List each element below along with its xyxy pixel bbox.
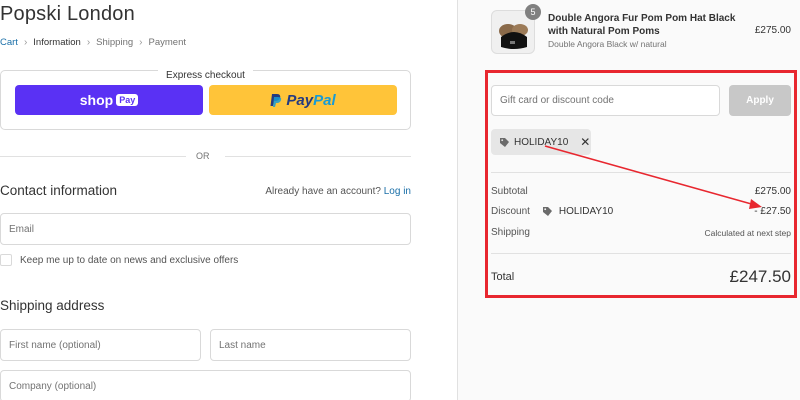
order-summary-column: 5 Double Angora Fur Pom Pom Hat Black wi… — [457, 0, 800, 400]
annotation-highlight-box — [485, 70, 797, 298]
account-prompt-text: Already have an account? — [265, 186, 381, 197]
contact-heading: Contact information — [0, 183, 118, 198]
company-placeholder: Company (optional) — [9, 380, 97, 392]
divider-line — [225, 156, 411, 157]
or-divider: OR — [0, 150, 411, 162]
divider-line — [0, 156, 186, 157]
login-link[interactable]: Log in — [384, 186, 411, 197]
company-field[interactable]: Company (optional) — [0, 370, 411, 400]
email-field[interactable]: Email — [0, 213, 411, 245]
newsletter-checkbox[interactable] — [0, 254, 12, 266]
breadcrumb-information: Information — [33, 37, 81, 48]
product-price: £275.00 — [754, 25, 791, 36]
shop-pay-button[interactable]: shop Pay — [15, 85, 203, 115]
express-checkout-title: Express checkout — [158, 70, 253, 81]
last-name-placeholder: Last name — [219, 339, 266, 351]
product-title: Double Angora Fur Pom Pom Hat Black with… — [548, 13, 736, 37]
chevron-right-icon: › — [86, 37, 91, 48]
quantity-badge: 5 — [525, 4, 541, 20]
product-thumbnail: 5 — [491, 4, 541, 54]
chevron-right-icon: › — [139, 37, 143, 48]
last-name-field[interactable]: Last name — [210, 329, 411, 361]
email-placeholder: Email — [9, 223, 35, 235]
first-name-placeholder: First name (optional) — [9, 339, 101, 351]
first-name-field[interactable]: First name (optional) — [0, 329, 201, 361]
paypal-pay-text: Pay — [286, 91, 314, 109]
express-checkout: Express checkout shop Pay Pay Pal — [0, 70, 411, 130]
shop-pay-badge: Pay — [116, 94, 139, 106]
store-name[interactable]: Popski London — [0, 3, 135, 26]
account-prompt: Already have an account? Log in — [265, 186, 411, 197]
newsletter-option[interactable]: Keep me up to date on news and exclusive… — [0, 254, 238, 266]
shop-pay-label: shop — [79, 92, 114, 108]
product-variant: Double Angora Black w/ natural — [548, 39, 667, 49]
newsletter-label: Keep me up to date on news and exclusive… — [20, 254, 239, 266]
checkout-form-column: Popski London Cart › Information › Shipp… — [0, 0, 456, 400]
hat-image — [499, 24, 528, 49]
breadcrumb-shipping: Shipping — [96, 37, 134, 48]
paypal-logo-icon — [270, 94, 282, 107]
breadcrumb-cart[interactable]: Cart — [0, 37, 18, 48]
paypal-button[interactable]: Pay Pal — [209, 85, 397, 115]
shipping-heading: Shipping address — [0, 298, 105, 313]
breadcrumb: Cart › Information › Shipping › Payment — [0, 37, 186, 48]
or-text: OR — [196, 151, 210, 161]
breadcrumb-payment: Payment — [148, 37, 187, 48]
chevron-right-icon: › — [23, 37, 28, 48]
paypal-pal-text: Pal — [313, 91, 336, 109]
